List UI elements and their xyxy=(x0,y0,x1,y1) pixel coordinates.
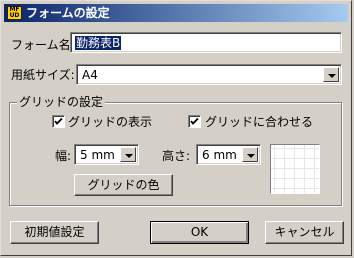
grid-width-value: 5 mm xyxy=(80,148,115,162)
window-title: フォームの設定 xyxy=(26,6,110,20)
form-name-label: フォーム名: xyxy=(11,38,75,52)
grid-settings-group-title: グリッドの設定 xyxy=(17,95,106,109)
snap-to-grid-checkbox[interactable] xyxy=(188,115,201,128)
paper-size-value: A4 xyxy=(82,68,98,82)
grid-height-value: 6 mm xyxy=(202,148,237,162)
grid-height-select[interactable]: 6 mm xyxy=(196,144,261,165)
show-grid-label[interactable]: グリッドの表示 xyxy=(68,115,152,129)
form-name-input[interactable]: 勤務表B xyxy=(70,32,342,53)
checkmark-icon xyxy=(54,117,63,125)
grid-width-label: 幅: xyxy=(55,149,72,163)
app-icon: MF UD xyxy=(7,6,22,20)
grid-width-dropdown-button[interactable] xyxy=(120,147,136,162)
paper-size-select[interactable]: A4 xyxy=(76,64,342,85)
form-name-value: 勤務表B xyxy=(75,36,122,50)
ok-button[interactable]: OK xyxy=(150,221,249,244)
snap-to-grid-label[interactable]: グリッドに合わせる xyxy=(205,115,313,129)
show-grid-checkbox[interactable] xyxy=(52,115,65,128)
grid-preview xyxy=(270,144,320,194)
paper-size-dropdown-button[interactable] xyxy=(323,67,339,82)
form-settings-dialog: MF UD フォームの設定 フォーム名: 勤務表B 用紙サイズ: A4 グリッド… xyxy=(0,0,352,256)
checkmark-icon xyxy=(190,117,199,125)
cancel-button[interactable]: キャンセル xyxy=(265,221,344,244)
reset-defaults-button[interactable]: 初期値設定 xyxy=(10,221,99,244)
title-bar[interactable]: MF UD フォームの設定 xyxy=(4,4,348,22)
grid-color-button[interactable]: グリッドの色 xyxy=(74,174,173,196)
grid-height-label: 高さ: xyxy=(162,149,191,163)
grid-width-select[interactable]: 5 mm xyxy=(74,144,139,165)
grid-height-dropdown-button[interactable] xyxy=(242,147,258,162)
paper-size-label: 用紙サイズ: xyxy=(11,68,75,82)
